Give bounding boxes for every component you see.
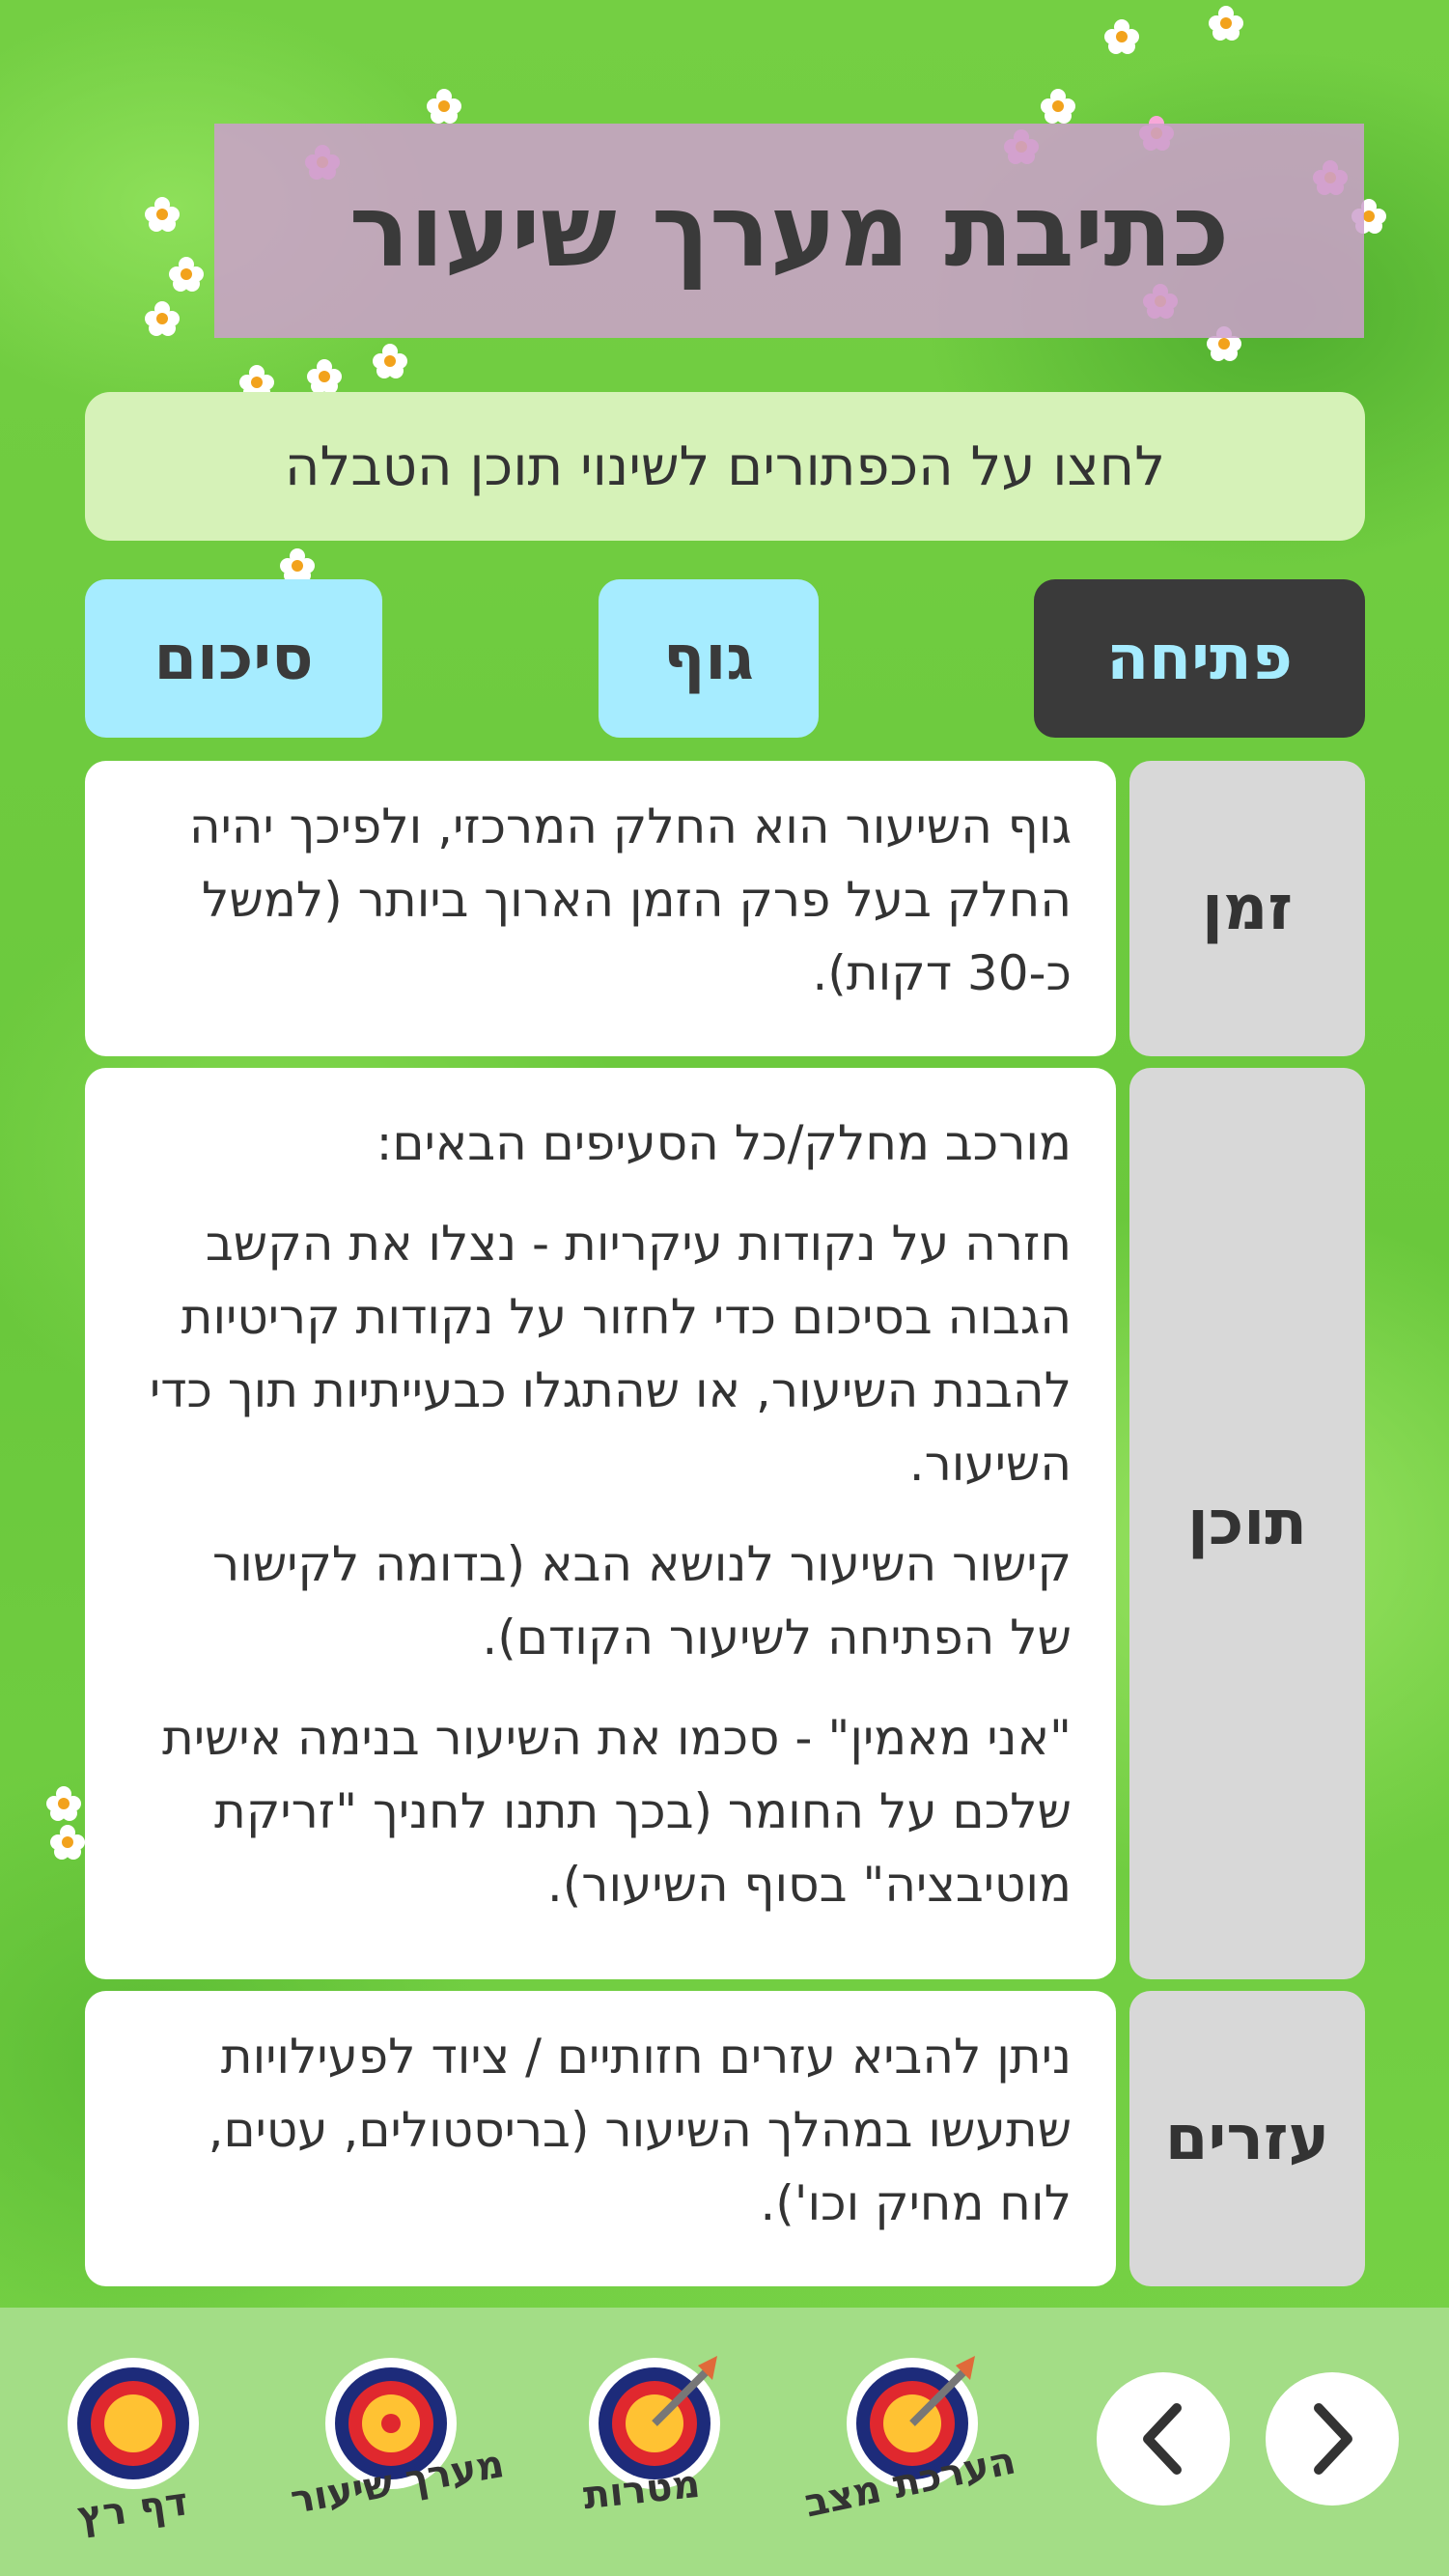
flower-decoration <box>50 1825 85 1860</box>
row-label-content: תוכן <box>1129 1068 1365 1979</box>
instructions-banner: לחצו על הכפתורים לשינוי תוכן הטבלה <box>85 392 1365 541</box>
chevron-left-icon <box>1143 2403 1182 2475</box>
flower-decoration <box>46 1786 81 1821</box>
flower-decoration <box>145 197 180 232</box>
content-paragraph: חזרה על נקודות עיקריות - נצלו את הקשב הג… <box>150 1216 1072 1492</box>
time-text: גוף השיעור הוא החלק המרכזי, ולפיכך יהיה … <box>188 798 1072 1001</box>
flower-decoration <box>145 301 180 336</box>
previous-button[interactable] <box>1097 2372 1230 2506</box>
flower-decoration <box>307 359 342 394</box>
row-cell-aids: ניתן להביא עזרים חזותיים / ציוד לפעילויו… <box>85 1991 1116 2286</box>
flower-decoration <box>373 344 407 378</box>
row-label-aids-text: עזרים <box>1164 2103 1330 2174</box>
tab-body[interactable]: גוף <box>599 579 819 738</box>
nav-item-running-page[interactable] <box>66 2356 201 2491</box>
tab-summary-label: סיכום <box>153 623 314 694</box>
flower-decoration <box>280 548 315 583</box>
row-label-time-text: זמן <box>1202 873 1293 944</box>
aids-text: ניתן להביא עזרים חזותיים / ציוד לפעילויו… <box>208 2029 1072 2231</box>
flower-decoration <box>1104 19 1139 54</box>
content-paragraph: מורכב מחלק/כל הסעיפים הבאים: <box>376 1115 1072 1171</box>
chevron-right-icon <box>1314 2403 1352 2475</box>
flower-decoration <box>427 89 461 124</box>
instructions-text: לחצו על הכפתורים לשינוי תוכן הטבלה <box>284 434 1166 498</box>
content-paragraph: קישור השיעור לנושא הבא (בדומה לקישור של … <box>211 1536 1072 1666</box>
next-button[interactable] <box>1266 2372 1399 2506</box>
tab-opening[interactable]: פתיחה <box>1034 579 1365 738</box>
bottom-nav-bar <box>0 2308 1449 2576</box>
row-cell-content: מורכב מחלק/כל הסעיפים הבאים: חזרה על נקו… <box>85 1068 1116 1979</box>
target-icon <box>68 2358 199 2489</box>
content-paragraph: "אני מאמין" - סכמו את השיעור בנימה אישית… <box>161 1710 1072 1913</box>
flower-decoration <box>169 257 204 292</box>
row-label-aids: עזרים <box>1129 1991 1365 2286</box>
page-title: כתיבת מערך שיעור <box>348 172 1230 290</box>
flower-decoration <box>1209 6 1243 41</box>
title-banner: כתיבת מערך שיעור <box>214 124 1364 338</box>
tab-summary[interactable]: סיכום <box>85 579 382 738</box>
row-cell-time: גוף השיעור הוא החלק המרכזי, ולפיכך יהיה … <box>85 761 1116 1056</box>
tab-opening-label: פתיחה <box>1106 623 1293 694</box>
tab-body-label: גוף <box>663 623 754 694</box>
flower-decoration <box>1041 89 1075 124</box>
row-label-time: זמן <box>1129 761 1365 1056</box>
row-label-content-text: תוכן <box>1187 1488 1307 1559</box>
